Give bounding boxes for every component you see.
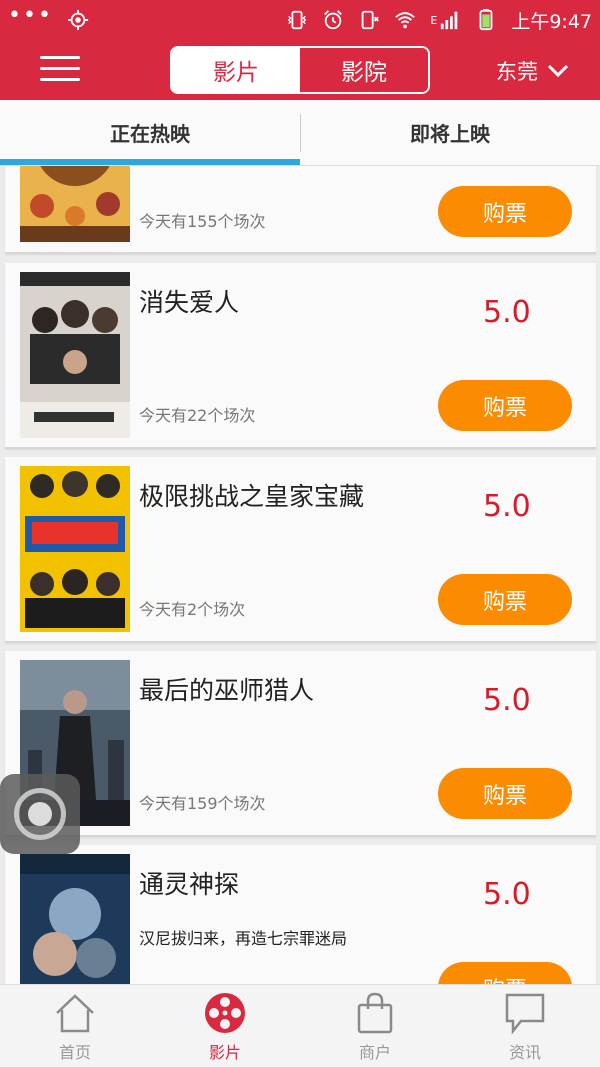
more-dots-icon: •••: [8, 3, 53, 28]
movie-card[interactable]: 最后的巫师猎人 5.0 今天有159个场次 购票: [5, 651, 596, 837]
nav-news[interactable]: 资讯: [450, 985, 600, 1067]
nav-home[interactable]: 首页: [0, 985, 150, 1067]
session-count: 今天有22个场次: [139, 406, 256, 425]
session-count: 今天有159个场次: [139, 794, 266, 813]
phone-signal-icon: [362, 10, 380, 30]
segment-cinemas-tab[interactable]: 影院: [300, 48, 428, 92]
bottom-nav: 首页 影片 商户 资讯: [0, 984, 600, 1067]
segment-movies-tab[interactable]: 影片: [172, 48, 300, 92]
tab-coming-soon[interactable]: 即将上映: [300, 100, 600, 165]
app-header: 影片 影院 东莞: [0, 40, 600, 100]
chevron-down-icon: [547, 64, 569, 78]
segment-control: 影片 影院: [170, 46, 430, 94]
nav-movies-label: 影片: [208, 1043, 241, 1062]
film-reel-icon: [205, 993, 245, 1033]
alarm-clock-icon: [324, 10, 343, 30]
nav-home-label: 首页: [58, 1043, 91, 1062]
menu-icon[interactable]: [40, 56, 80, 84]
nav-merchants-label: 商户: [358, 1043, 391, 1062]
nav-merchants[interactable]: 商户: [300, 985, 450, 1067]
buy-ticket-button[interactable]: 购票: [438, 186, 572, 237]
movie-card[interactable]: 今天有155个场次 购票: [5, 166, 596, 254]
vibrate-icon: [288, 10, 307, 30]
movie-poster[interactable]: [20, 854, 130, 984]
network-type: E: [430, 13, 438, 27]
home-icon: [56, 994, 94, 1033]
movie-score: 5.0: [483, 489, 531, 524]
nav-movies[interactable]: 影片: [150, 985, 300, 1067]
buy-ticket-button[interactable]: 购票: [438, 768, 572, 819]
location-target-icon: [67, 9, 89, 31]
buy-ticket-button[interactable]: 购票: [438, 962, 572, 984]
city-selector[interactable]: 东莞: [496, 56, 570, 86]
tab-now-showing[interactable]: 正在热映: [0, 100, 300, 165]
movie-poster[interactable]: [20, 466, 130, 632]
buy-ticket-button[interactable]: 购票: [438, 380, 572, 431]
status-bar: ••• E 上午9:47: [0, 0, 600, 40]
movie-poster[interactable]: [20, 272, 130, 438]
movie-score: 5.0: [483, 295, 531, 330]
shopping-bag-icon: [357, 992, 393, 1034]
movie-score: 5.0: [483, 877, 531, 912]
movie-card[interactable]: 消失爱人 5.0 今天有22个场次 购票: [5, 263, 596, 449]
movie-poster[interactable]: [20, 166, 130, 242]
movie-title: 消失爱人: [139, 288, 240, 317]
wifi-icon: [395, 12, 416, 29]
buy-ticket-button[interactable]: 购票: [438, 574, 572, 625]
battery-icon: [479, 9, 493, 31]
city-label: 东莞: [496, 60, 538, 84]
chat-bubble-icon: [505, 993, 545, 1035]
session-count: 今天有2个场次: [139, 600, 246, 619]
movie-card[interactable]: 通灵神探 5.0 汉尼拔归来，再造七宗罪迷局 购票: [5, 845, 596, 984]
movie-score: 5.0: [483, 683, 531, 718]
movie-list[interactable]: 今天有155个场次 购票 消失爱人 5.0 今天有22个场次 购票 极限挑战之皇…: [0, 166, 600, 984]
clock-time: 上午9:47: [511, 10, 592, 33]
movie-card[interactable]: 极限挑战之皇家宝藏 5.0 今天有2个场次 购票: [5, 457, 596, 643]
sub-tab-bar: 正在热映 即将上映: [0, 100, 600, 166]
session-count: 今天有155个场次: [139, 212, 266, 231]
movie-tagline: 汉尼拔归来，再造七宗罪迷局: [139, 929, 348, 948]
movie-title: 极限挑战之皇家宝藏: [139, 482, 365, 511]
assistive-touch-button[interactable]: [0, 774, 80, 854]
nav-news-label: 资讯: [508, 1043, 541, 1062]
movie-title: 最后的巫师猎人: [139, 676, 315, 705]
cell-signal-icon: [441, 11, 458, 30]
movie-title: 通灵神探: [139, 870, 240, 899]
